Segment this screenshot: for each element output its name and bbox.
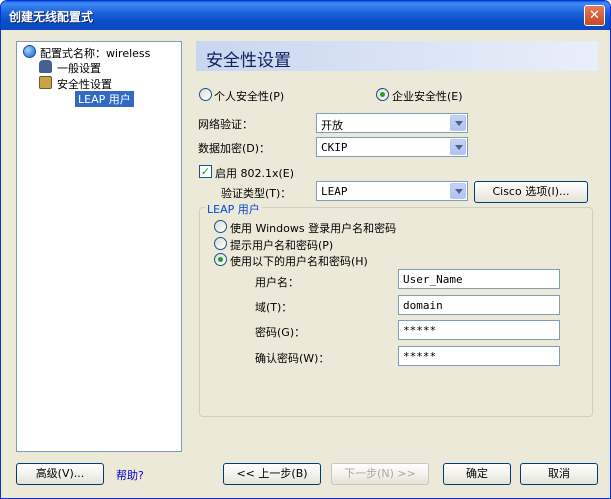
data-encryption-select[interactable]: CKIP bbox=[316, 137, 468, 157]
tree-item-general[interactable]: 一般设置 bbox=[57, 60, 101, 76]
use-following-credentials-label: 使用以下的用户名和密码(H) bbox=[230, 255, 368, 268]
chevron-down-icon[interactable] bbox=[450, 115, 466, 131]
network-auth-label: 网络验证： bbox=[198, 118, 253, 131]
help-link[interactable]: 帮助? bbox=[116, 467, 144, 483]
prompt-credentials-radio[interactable] bbox=[214, 237, 227, 250]
title-bar[interactable]: 创建无线配置式 ✕ bbox=[1, 1, 610, 30]
auth-type-select[interactable]: LEAP bbox=[316, 181, 468, 201]
confirm-password-label: 确认密码(W)： bbox=[255, 352, 330, 365]
data-encryption-label: 数据加密(D)： bbox=[198, 142, 271, 155]
username-label: 用户名： bbox=[255, 276, 299, 289]
advanced-button[interactable]: 高级(V)... bbox=[16, 463, 104, 485]
username-input[interactable]: User_Name bbox=[398, 269, 560, 289]
enable-8021x-label: 启用 802.1x(E) bbox=[215, 167, 295, 180]
tree-item-leap-user[interactable]: LEAP 用户 bbox=[75, 91, 134, 107]
personal-security-label: 个人安全性(P) bbox=[214, 90, 285, 103]
auth-type-value: LEAP bbox=[321, 185, 348, 198]
leap-user-group-legend: LEAP 用户 bbox=[205, 201, 262, 217]
network-auth-select[interactable]: 开放 bbox=[316, 113, 468, 133]
page-title: 安全性设置 bbox=[206, 51, 291, 71]
back-button[interactable]: << 上一步(B) bbox=[223, 463, 321, 485]
ok-button[interactable]: 确定 bbox=[443, 463, 511, 485]
dialog-window: 创建无线配置式 ✕ 配置式名称：wireless 一般设置 安全性设置 LEAP… bbox=[0, 0, 611, 499]
chevron-down-icon[interactable] bbox=[450, 183, 466, 199]
cisco-options-button[interactable]: Cisco 选项(I)... bbox=[474, 181, 588, 203]
profile-tree[interactable]: 配置式名称：wireless 一般设置 安全性设置 LEAP 用户 bbox=[16, 41, 182, 452]
close-button[interactable]: ✕ bbox=[584, 5, 605, 26]
cancel-button[interactable]: 取消 bbox=[520, 463, 598, 485]
prompt-credentials-label: 提示用户名和密码(P) bbox=[230, 239, 334, 252]
enterprise-security-label: 企业安全性(E) bbox=[392, 90, 463, 103]
auth-type-label: 验证类型(T)： bbox=[221, 187, 292, 200]
window-title: 创建无线配置式 bbox=[9, 10, 94, 24]
chevron-down-icon[interactable] bbox=[450, 139, 466, 155]
use-following-credentials-radio[interactable] bbox=[214, 253, 227, 266]
domain-label: 域(T)： bbox=[255, 301, 293, 314]
users-icon bbox=[39, 60, 52, 73]
lock-icon bbox=[39, 76, 52, 89]
password-label: 密码(G)： bbox=[255, 326, 306, 339]
network-auth-value: 开放 bbox=[321, 119, 343, 132]
close-icon: ✕ bbox=[589, 8, 600, 23]
tree-root-profile-name[interactable]: 配置式名称：wireless bbox=[40, 45, 150, 61]
next-button[interactable]: 下一步(N) >> bbox=[331, 463, 429, 485]
use-windows-login-radio[interactable] bbox=[214, 220, 227, 233]
confirm-password-input[interactable]: ***** bbox=[398, 346, 560, 366]
data-encryption-value: CKIP bbox=[321, 141, 348, 154]
section-header: 安全性设置 bbox=[196, 41, 598, 71]
personal-security-radio[interactable] bbox=[199, 88, 212, 101]
domain-input[interactable]: domain bbox=[398, 295, 560, 315]
wireless-globe-icon bbox=[23, 45, 36, 58]
enterprise-security-radio[interactable] bbox=[376, 88, 389, 101]
password-input[interactable]: ***** bbox=[398, 320, 560, 340]
enable-8021x-checkbox[interactable]: ✓ bbox=[199, 165, 212, 178]
use-windows-login-label: 使用 Windows 登录用户名和密码 bbox=[230, 222, 397, 235]
tree-item-security[interactable]: 安全性设置 bbox=[57, 76, 112, 92]
